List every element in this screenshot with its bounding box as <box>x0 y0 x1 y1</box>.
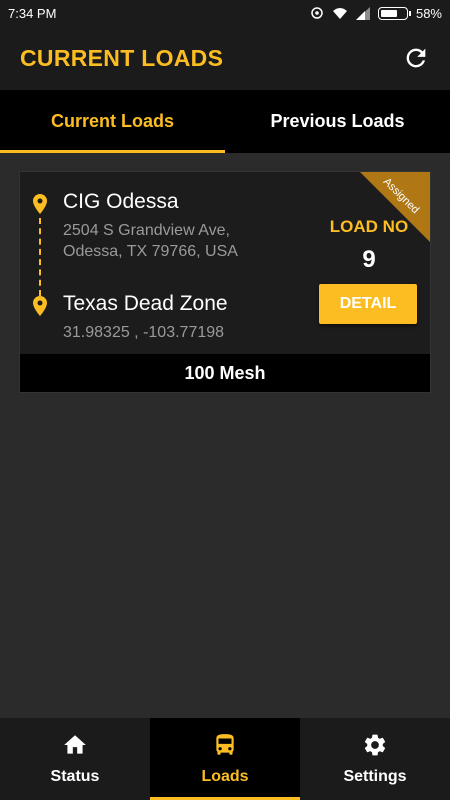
product-label: 100 Mesh <box>20 354 430 392</box>
tab-previous-loads[interactable]: Previous Loads <box>225 90 450 153</box>
status-icons: 58% <box>310 6 442 21</box>
page-title: CURRENT LOADS <box>20 44 224 71</box>
destination-name: Texas Dead Zone <box>63 292 228 315</box>
tab-bar: Current Loads Previous Loads <box>0 90 450 153</box>
tab-current-loads[interactable]: Current Loads <box>0 90 225 153</box>
nav-settings-label: Settings <box>343 768 407 785</box>
detail-button[interactable]: DETAIL <box>319 284 417 324</box>
load-no-value: 9 <box>362 246 376 273</box>
load-card[interactable]: Assigned CIG Odessa 2504 S Grandview Ave… <box>19 171 431 393</box>
bottom-nav: Status Loads Settings <box>0 718 450 800</box>
home-icon <box>64 735 86 754</box>
gear-icon <box>364 734 386 756</box>
nav-settings[interactable]: Settings <box>300 718 450 800</box>
location-icon <box>311 7 323 19</box>
wifi-icon <box>332 7 347 19</box>
load-no-label: LOAD NO <box>329 217 409 236</box>
bus-icon <box>216 734 234 755</box>
nav-status[interactable]: Status <box>0 718 150 800</box>
nav-loads[interactable]: Loads <box>150 718 300 800</box>
app-bar: CURRENT LOADS <box>0 26 450 90</box>
status-bar: 7:34 PM 58% <box>0 0 450 26</box>
battery-icon <box>377 6 411 20</box>
origin-address-line2: Odessa, TX 79766, USA <box>63 243 238 260</box>
destination-coordinates: 31.98325 , -103.77198 <box>63 324 225 341</box>
refresh-icon[interactable] <box>402 44 430 72</box>
route-line <box>39 218 41 296</box>
signal-icon <box>355 6 370 20</box>
status-time: 7:34 PM <box>8 5 57 21</box>
origin-pin-icon <box>33 194 47 214</box>
destination-pin-icon <box>33 296 47 316</box>
origin-address: 2504 S Grandview Ave, Odessa, TX 79766, … <box>63 220 238 262</box>
nav-status-label: Status <box>50 768 100 785</box>
nav-loads-label: Loads <box>201 768 249 785</box>
origin-address-line1: 2504 S Grandview Ave, <box>63 222 230 239</box>
origin-name: CIG Odessa <box>63 190 179 213</box>
battery-percent: 58% <box>415 5 442 21</box>
